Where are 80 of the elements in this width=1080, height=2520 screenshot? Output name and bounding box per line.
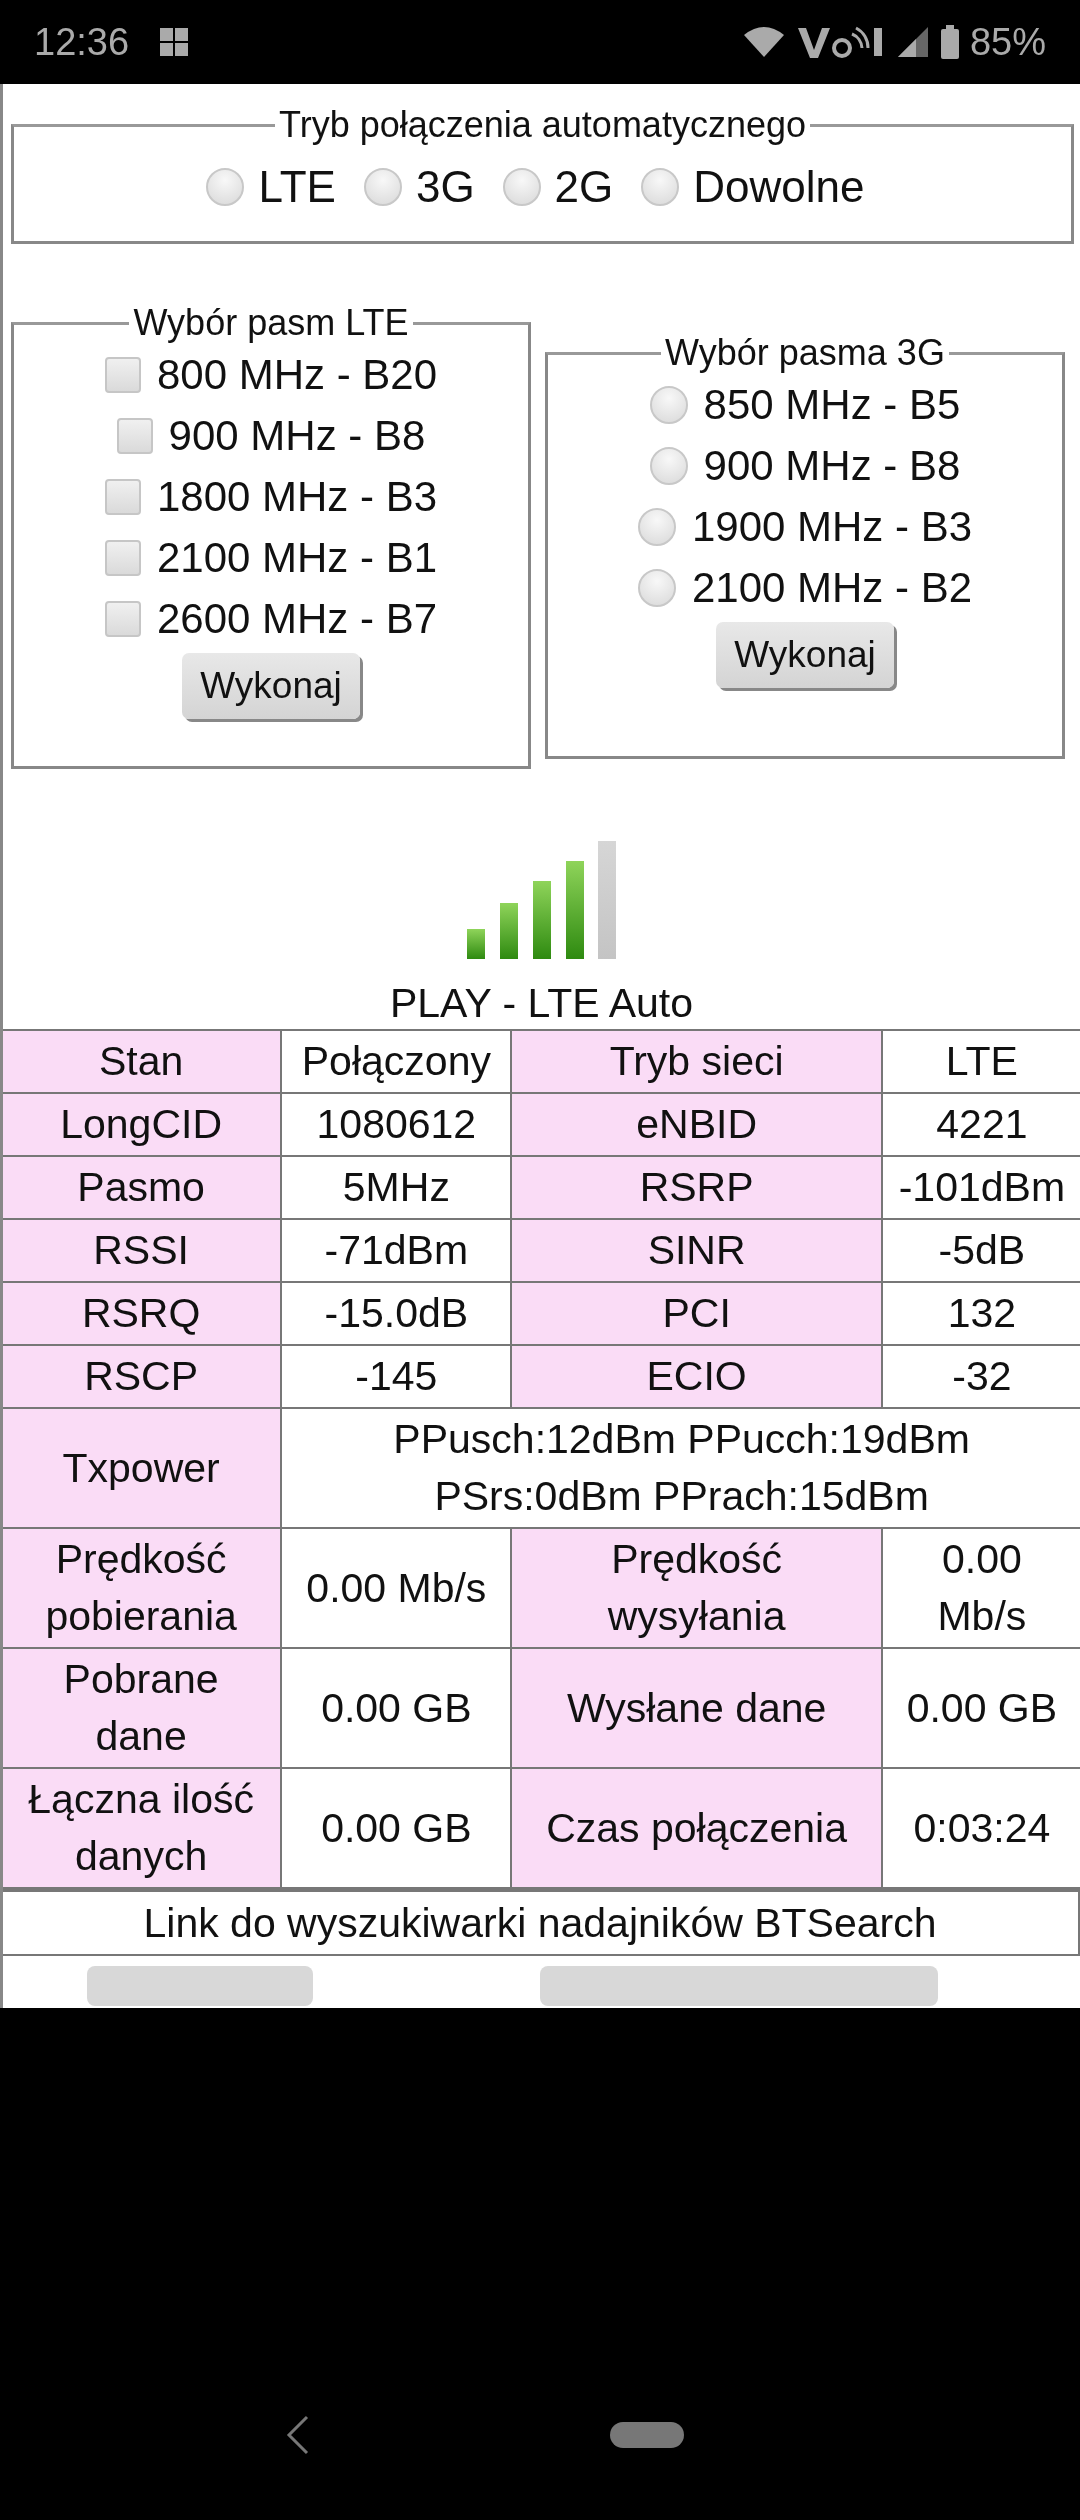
value-cell: -32: [881, 1345, 1080, 1408]
value-cell: 0.00 Mb/s: [881, 1528, 1080, 1648]
label-cell: RSRP: [511, 1156, 882, 1219]
value-cell: 1080612: [281, 1093, 512, 1156]
radio-button[interactable]: [649, 385, 688, 424]
radio-button[interactable]: [637, 568, 676, 607]
btsearch-link[interactable]: Link do wyszukiwarki nadajników BTSearch: [3, 1889, 1080, 1956]
value-cell: 0.00 GB: [881, 1648, 1080, 1768]
value-cell: 0:03:24: [881, 1768, 1080, 1888]
label-cell: Txpower: [3, 1408, 282, 1528]
label-cell: Tryb sieci: [511, 1030, 882, 1093]
label-cell: Prędkość wysyłania: [511, 1528, 882, 1648]
radio-label: Dowolne: [693, 162, 865, 212]
radio-button[interactable]: [637, 507, 676, 546]
button-edge[interactable]: [87, 1966, 313, 2006]
label-cell: RSSI: [3, 1219, 282, 1282]
value-cell: -145: [281, 1345, 512, 1408]
label-cell: Prędkość pobierania: [3, 1528, 282, 1648]
label-cell: Stan: [3, 1030, 282, 1093]
band-label: 900 MHz - B8: [168, 411, 426, 460]
value-cell: -5dB: [881, 1219, 1080, 1282]
value-cell: 0.00 Mb/s: [281, 1528, 512, 1648]
checkbox[interactable]: [104, 539, 141, 576]
checkbox[interactable]: [104, 600, 141, 637]
panel-title: Wybór pasm LTE: [132, 302, 410, 344]
value-cell: 4221: [881, 1093, 1080, 1156]
band-label: 800 MHz - B20: [156, 350, 438, 399]
status-time: 12:36: [34, 20, 130, 64]
value-cell: 0.00 GB: [281, 1648, 512, 1768]
label-cell: RSRQ: [3, 1282, 282, 1345]
radio-button[interactable]: [641, 168, 680, 206]
value-cell: LTE: [881, 1030, 1080, 1093]
radio-label: LTE: [258, 162, 336, 212]
radio-label: 2G: [554, 162, 614, 212]
home-button[interactable]: [610, 2422, 684, 2448]
value-cell: PPusch:12dBm PPucch:19dBm PSrs:0dBm PPrach:15dBm: [281, 1408, 1080, 1528]
back-icon[interactable]: [286, 2415, 310, 2455]
label-cell: Wysłane dane: [511, 1648, 882, 1768]
band-label: 900 MHz - B8: [703, 441, 961, 490]
value-cell: 0.00 GB: [281, 1768, 512, 1888]
signal-strength-icon: [464, 841, 619, 959]
label-cell: LongCID: [3, 1093, 282, 1156]
band-label: 1900 MHz - B3: [691, 502, 973, 551]
label-cell: Łączna ilość danych: [3, 1768, 282, 1888]
checkbox[interactable]: [116, 417, 153, 454]
band-label: 2100 MHz - B2: [691, 563, 973, 612]
button-edge[interactable]: [540, 1966, 938, 2006]
band-label: 2600 MHz - B7: [156, 594, 438, 643]
label-cell: Czas połączenia: [511, 1768, 882, 1888]
label-cell: Pasmo: [3, 1156, 282, 1219]
checkbox[interactable]: [104, 478, 141, 515]
battery-percentage: 85%: [969, 20, 1046, 64]
band-label: 850 MHz - B5: [703, 380, 961, 429]
label-cell: Pobrane dane: [3, 1648, 282, 1768]
label-cell: RSCP: [3, 1345, 282, 1408]
label-cell: ECIO: [511, 1345, 882, 1408]
value-cell: Połączony: [281, 1030, 512, 1093]
radio-button[interactable]: [206, 168, 245, 206]
value-cell: -71dBm: [281, 1219, 512, 1282]
value-cell: -101dBm: [881, 1156, 1080, 1219]
execute-button[interactable]: Wykonaj: [716, 622, 894, 688]
value-cell: 132: [881, 1282, 1080, 1345]
label-cell: SINR: [511, 1219, 882, 1282]
radio-button[interactable]: [502, 168, 541, 206]
checkbox[interactable]: [104, 356, 141, 393]
value-cell: -15.0dB: [281, 1282, 512, 1345]
execute-button[interactable]: Wykonaj: [182, 653, 360, 719]
label-cell: eNBID: [511, 1093, 882, 1156]
band-label: 2100 MHz - B1: [156, 533, 438, 582]
battery-icon: [939, 24, 960, 60]
radio-label: 3G: [415, 162, 475, 212]
panel-title: Tryb połączenia automatycznego: [278, 104, 807, 146]
label-cell: PCI: [511, 1282, 882, 1345]
band-label: 1800 MHz - B3: [156, 472, 438, 521]
wifi-icon: [741, 25, 786, 59]
network-name: PLAY - LTE Auto: [388, 979, 695, 1028]
radio-button[interactable]: [363, 168, 402, 206]
radio-button[interactable]: [649, 446, 688, 485]
panel-title: Wybór pasma 3G: [664, 332, 946, 374]
value-cell: 5MHz: [281, 1156, 512, 1219]
